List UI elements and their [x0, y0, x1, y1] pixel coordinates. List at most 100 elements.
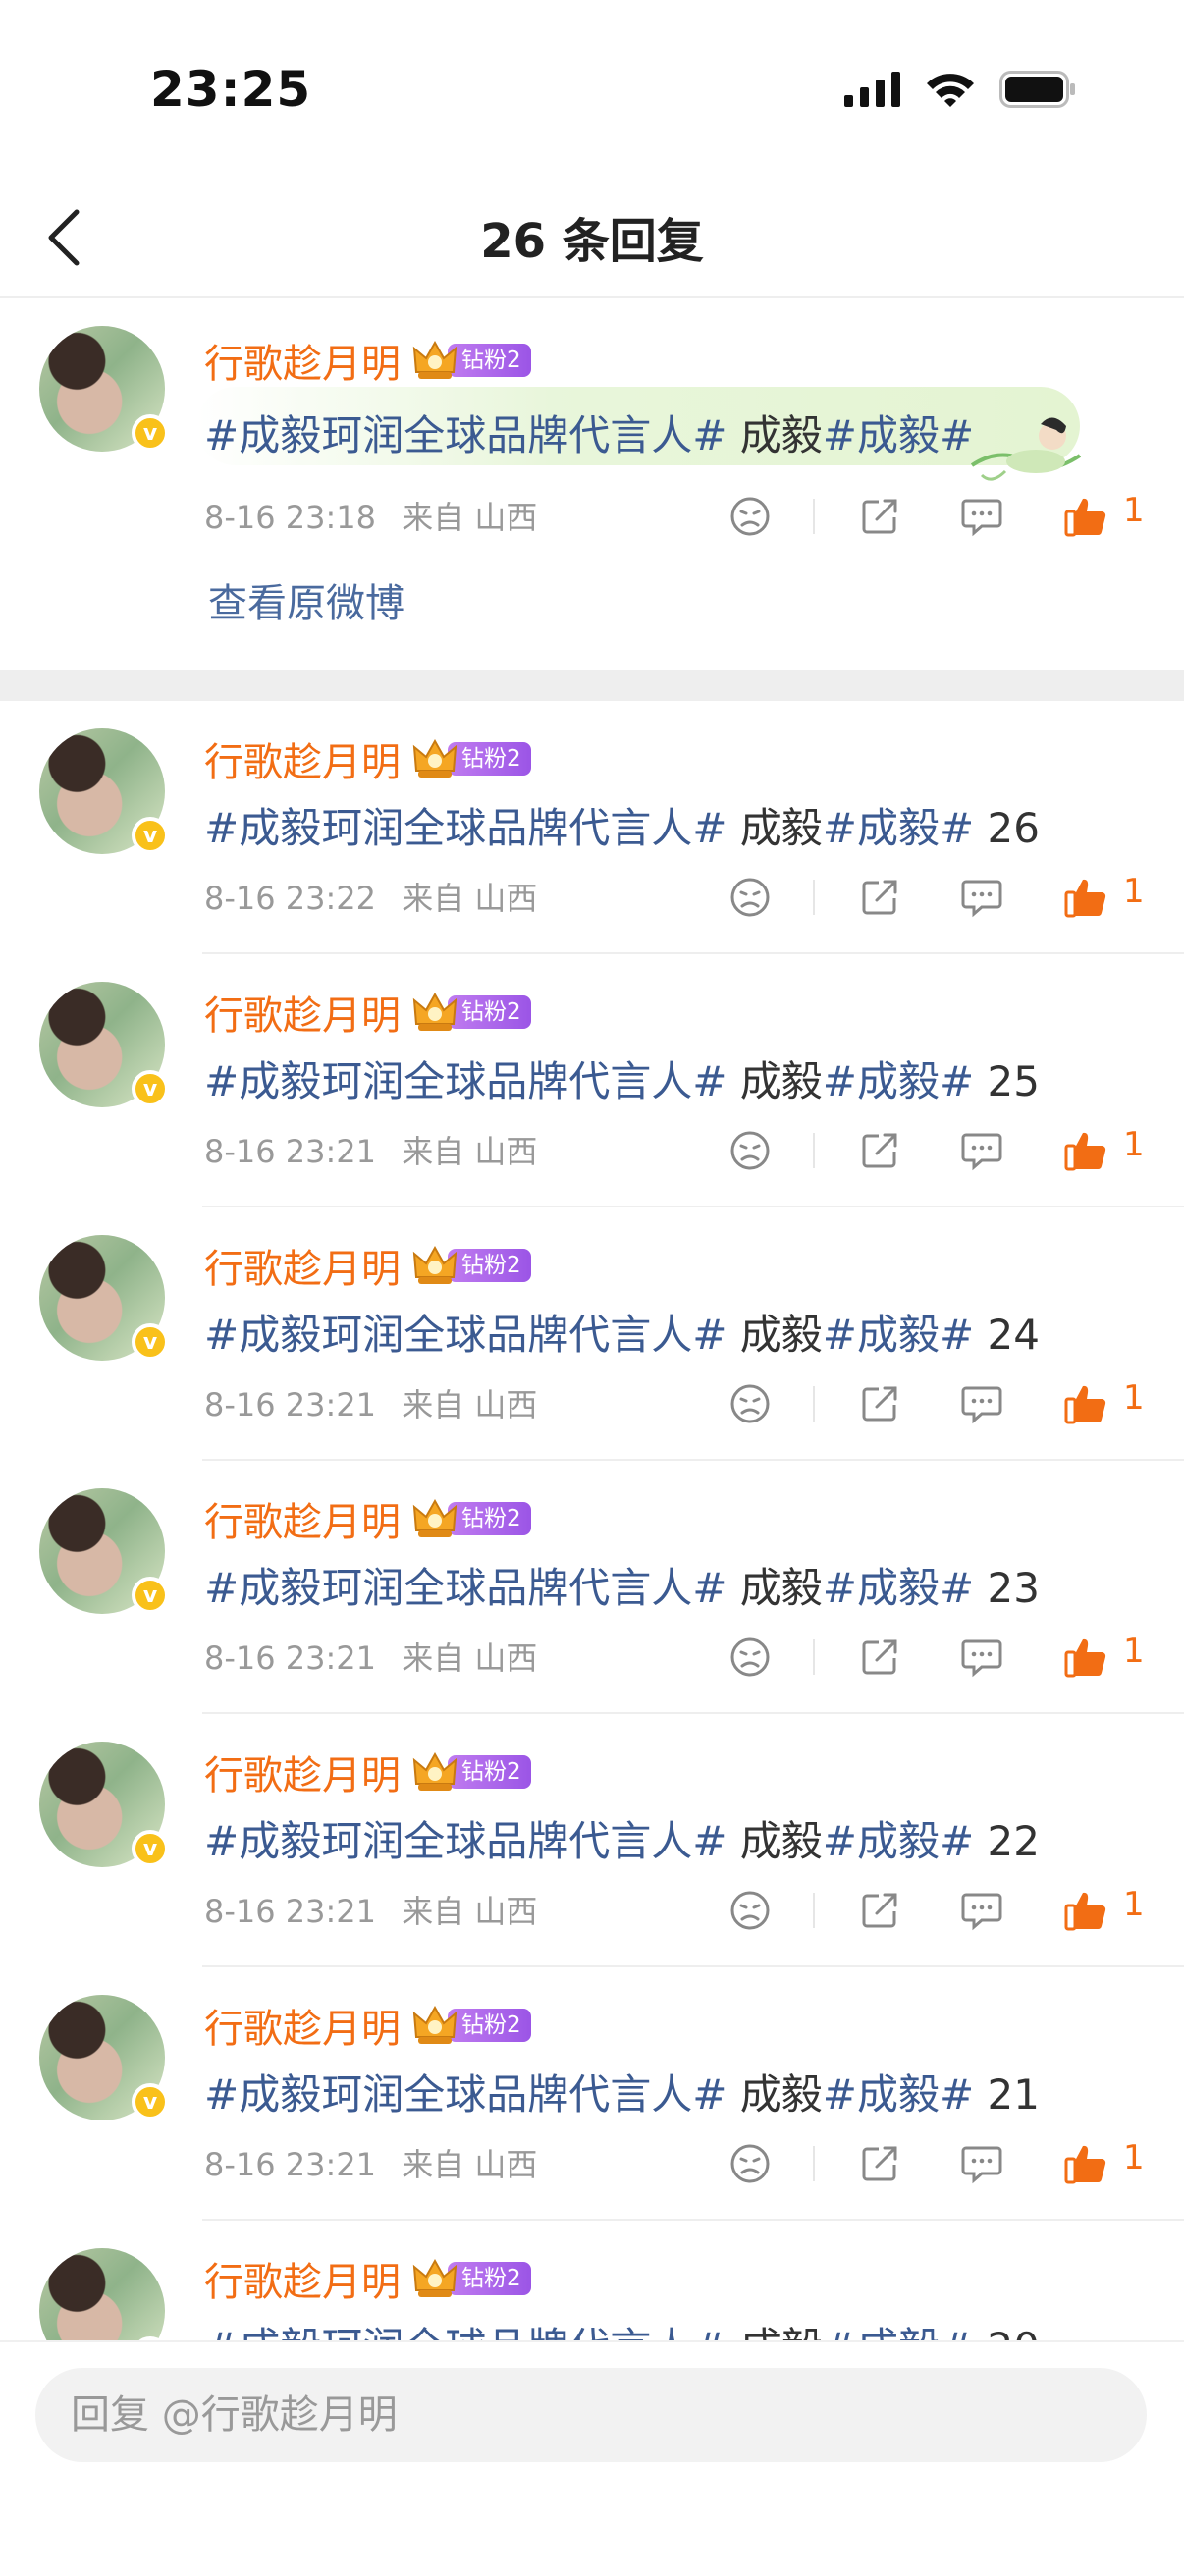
- topic-link[interactable]: #成毅珂润全球品牌代言人#: [204, 1057, 727, 1105]
- nav-bar: 26 条回复: [0, 187, 1184, 298]
- share-button[interactable]: [856, 874, 903, 921]
- reply-meta: 8-16 23:22 来自 山西: [204, 874, 537, 919]
- crown-icon: [412, 1245, 457, 1284]
- topic-link[interactable]: #成毅珂润全球品牌代言人#: [204, 2070, 727, 2119]
- comment-button[interactable]: [958, 874, 1005, 921]
- topic-link[interactable]: #成毅#: [823, 804, 974, 852]
- fan-badge[interactable]: 钻粉2: [412, 340, 531, 379]
- share-icon: [862, 1893, 897, 1928]
- reply-text: #成毅珂润全球品牌代言人# 成毅#成毅# 22: [204, 1817, 1040, 1865]
- comment-button[interactable]: [958, 1380, 1005, 1427]
- crown-icon: [412, 1751, 457, 1791]
- avatar[interactable]: v: [39, 728, 169, 854]
- dislike-button[interactable]: [727, 1634, 774, 1681]
- reply-item: v 行歌趁月明 钻粉2 #成毅珂润全球品牌代言人# 成毅#成毅# 22 8-16…: [0, 1714, 1184, 1967]
- fan-badge[interactable]: 钻粉2: [412, 2258, 531, 2297]
- username[interactable]: 行歌趁月明: [204, 332, 401, 389]
- comment-button[interactable]: [958, 493, 1005, 540]
- topic-link[interactable]: #成毅#: [823, 1057, 974, 1105]
- dislike-button[interactable]: [727, 2140, 774, 2187]
- dislike-button[interactable]: [727, 874, 774, 921]
- like-button[interactable]: [1062, 1634, 1109, 1681]
- reply-item: v 行歌趁月明 钻粉2 #成毅珂润全球品牌代言人# 成毅#成毅# 26 8-16…: [0, 701, 1184, 954]
- like-button[interactable]: [1062, 1127, 1109, 1174]
- reply-text: #成毅珂润全球品牌代言人# 成毅#成毅# 23: [204, 1564, 1040, 1612]
- share-button[interactable]: [856, 1380, 903, 1427]
- divider: [813, 2146, 815, 2181]
- avatar[interactable]: v: [39, 982, 169, 1107]
- reply-meta: 8-16 23:21 来自 山西: [204, 1127, 537, 1172]
- dislike-face-icon: [730, 1131, 770, 1170]
- share-button[interactable]: [856, 2140, 903, 2187]
- share-button[interactable]: [856, 1127, 903, 1174]
- topic-link[interactable]: #成毅珂润全球品牌代言人#: [204, 1564, 727, 1612]
- reply-meta: 8-16 23:21 来自 山西: [204, 1887, 537, 1932]
- username[interactable]: 行歌趁月明: [204, 1744, 401, 1800]
- comment-icon: [961, 1639, 1002, 1678]
- topic-link[interactable]: #成毅珂润全球品牌代言人#: [204, 411, 727, 459]
- fan-badge[interactable]: 钻粉2: [412, 992, 531, 1031]
- like-button[interactable]: [1062, 1887, 1109, 1934]
- username[interactable]: 行歌趁月明: [204, 1237, 401, 1294]
- reply-source: 来自 山西: [402, 1639, 538, 1677]
- avatar[interactable]: v: [39, 1742, 169, 1867]
- share-icon: [862, 1386, 897, 1422]
- avatar[interactable]: v: [39, 1235, 169, 1361]
- reply-source: 来自 山西: [402, 2146, 538, 2183]
- share-button[interactable]: [856, 1634, 903, 1681]
- comment-icon: [961, 880, 1002, 918]
- reply-item: v 行歌趁月明 钻粉2 #成毅珂润全球品牌代言人# 成毅#成毅# 24 8-16…: [0, 1208, 1184, 1461]
- share-button[interactable]: [856, 493, 903, 540]
- dislike-face-icon: [730, 878, 770, 917]
- like-button[interactable]: [1062, 2140, 1109, 2187]
- fan-badge[interactable]: 钻粉2: [412, 2005, 531, 2044]
- topic-link[interactable]: #成毅#: [823, 411, 974, 459]
- username[interactable]: 行歌趁月明: [204, 1490, 401, 1547]
- fan-badge-label: 钻粉2: [448, 1249, 531, 1282]
- username[interactable]: 行歌趁月明: [204, 2250, 401, 2307]
- topic-link[interactable]: #成毅#: [823, 2070, 974, 2119]
- dislike-button[interactable]: [727, 1887, 774, 1934]
- username[interactable]: 行歌趁月明: [204, 984, 401, 1041]
- topic-link[interactable]: #成毅#: [823, 1817, 974, 1865]
- like-button[interactable]: [1062, 874, 1109, 921]
- topic-link[interactable]: #成毅珂润全球品牌代言人#: [204, 804, 727, 852]
- like-button[interactable]: [1062, 1380, 1109, 1427]
- avatar[interactable]: v: [39, 1488, 169, 1614]
- topic-link[interactable]: #成毅珂润全球品牌代言人#: [204, 1817, 727, 1865]
- crown-icon: [412, 1498, 457, 1537]
- dislike-button[interactable]: [727, 1380, 774, 1427]
- topic-link[interactable]: #成毅珂润全球品牌代言人#: [204, 1311, 727, 1359]
- verified-badge-icon: v: [132, 2083, 169, 2120]
- username[interactable]: 行歌趁月明: [204, 730, 401, 787]
- topic-link[interactable]: #成毅#: [823, 1564, 974, 1612]
- fan-badge[interactable]: 钻粉2: [412, 1245, 531, 1284]
- reply-item: v 行歌趁月明 钻粉2 #成毅珂润全球品牌代言人# 成毅#成毅# 21 8-16…: [0, 1967, 1184, 2221]
- comment-source: 来自 山西: [402, 499, 538, 536]
- comment-button[interactable]: [958, 1127, 1005, 1174]
- view-original-link[interactable]: 查看原微博: [208, 571, 404, 628]
- fan-badge[interactable]: 钻粉2: [412, 1498, 531, 1537]
- verified-badge-icon: v: [132, 414, 169, 452]
- thumbs-up-icon: [1064, 2145, 1106, 2184]
- reply-source: 来自 山西: [402, 1893, 538, 1930]
- reply-item: v 行歌趁月明 钻粉2 #成毅珂润全球品牌代言人# 成毅#成毅# 23 8-16…: [0, 1461, 1184, 1714]
- divider: [813, 1639, 815, 1675]
- comment-button[interactable]: [958, 1634, 1005, 1681]
- avatar[interactable]: v: [39, 1995, 169, 2120]
- fan-badge[interactable]: 钻粉2: [412, 738, 531, 778]
- username[interactable]: 行歌趁月明: [204, 1997, 401, 2054]
- fairy-sticker-icon: [970, 417, 1082, 481]
- verified-badge-icon: v: [132, 1070, 169, 1107]
- fan-badge[interactable]: 钻粉2: [412, 1751, 531, 1791]
- dislike-face-icon: [730, 2144, 770, 2183]
- dislike-button[interactable]: [727, 1127, 774, 1174]
- comment-button[interactable]: [958, 2140, 1005, 2187]
- reply-input[interactable]: 回复 @行歌趁月明: [35, 2368, 1147, 2462]
- dislike-button[interactable]: [727, 493, 774, 540]
- comment-button[interactable]: [958, 1887, 1005, 1934]
- like-button[interactable]: [1062, 493, 1109, 540]
- topic-link[interactable]: #成毅#: [823, 1311, 974, 1359]
- share-button[interactable]: [856, 1887, 903, 1934]
- avatar[interactable]: v: [39, 326, 169, 452]
